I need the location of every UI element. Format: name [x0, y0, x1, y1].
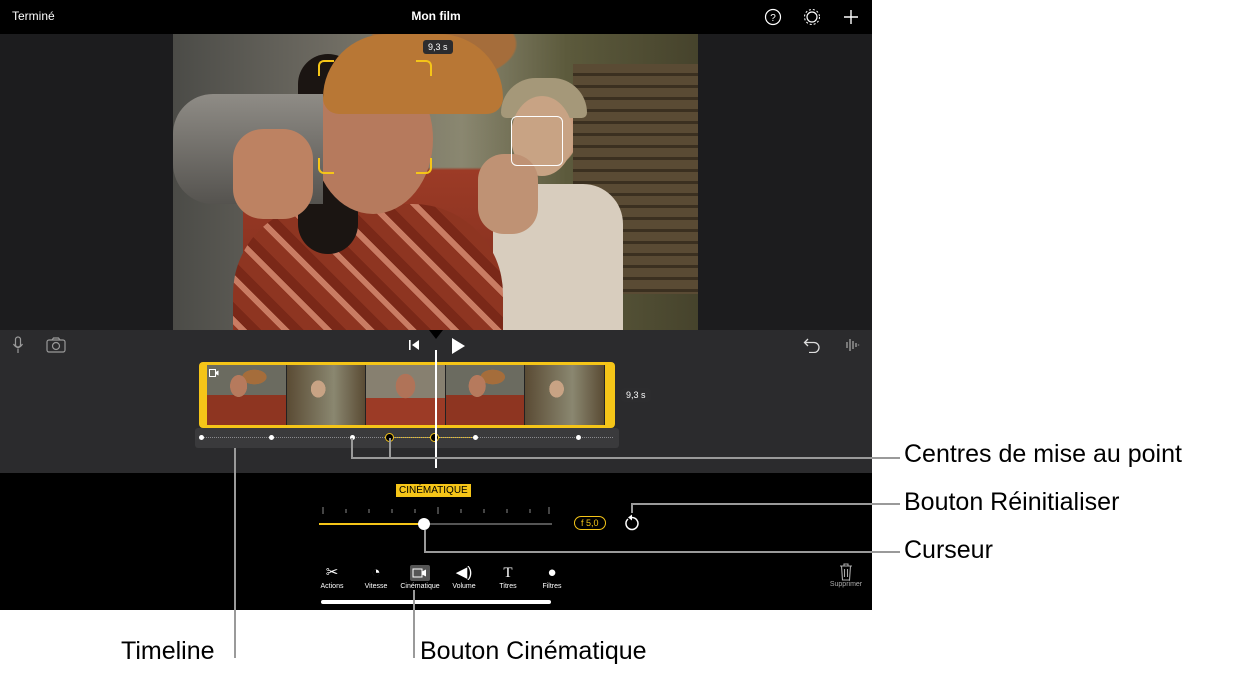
focus-point[interactable] [269, 435, 274, 440]
home-indicator [321, 600, 551, 604]
playhead-marker [429, 330, 443, 339]
cinematic-clip-icon [209, 369, 219, 377]
actions-button[interactable]: ✂ Actions [310, 563, 354, 597]
callout-reset-button: Bouton Réinitialiser [904, 488, 1120, 516]
viewer-duration-badge: 9,3 s [423, 40, 453, 54]
clip-duration-badge: 9,3 s [621, 388, 651, 402]
callout-focus-points: Centres de mise au point [904, 440, 1182, 468]
cinematic-camera-icon [398, 563, 442, 583]
help-icon[interactable]: ? [764, 8, 782, 26]
mode-label: CINÉMATIQUE [396, 484, 471, 497]
speaker-icon: ◀︎) [455, 564, 473, 581]
skip-to-start-icon[interactable] [408, 339, 420, 351]
titles-button[interactable]: T Titres [486, 563, 530, 597]
microphone-icon[interactable] [12, 336, 24, 354]
play-icon[interactable] [450, 337, 466, 355]
aperture-value[interactable]: f 5,0 [574, 516, 606, 530]
video-viewer[interactable]: 9,3 s [0, 34, 872, 330]
depth-scale-ticks [322, 507, 550, 514]
depth-slider-knob[interactable] [417, 518, 430, 530]
callout-cinematic-button: Bouton Cinématique [420, 637, 647, 665]
focus-point[interactable] [473, 435, 478, 440]
callout-timeline: Timeline [121, 637, 215, 665]
volume-button[interactable]: ◀︎) Volume [442, 563, 486, 597]
delete-button[interactable]: Supprimer [826, 563, 866, 588]
reset-icon[interactable] [624, 514, 640, 532]
camera-icon[interactable] [46, 337, 66, 353]
timeline-clip[interactable] [199, 362, 615, 428]
depth-slider-fill [319, 523, 424, 525]
video-frame: 9,3 s [173, 34, 698, 330]
project-title: Mon film [411, 9, 461, 23]
cinematic-button[interactable]: Cinématique [398, 563, 442, 597]
scissors-icon: ✂ [325, 564, 339, 581]
primary-focus-frame[interactable] [318, 60, 432, 174]
secondary-focus-frame[interactable] [511, 116, 563, 166]
speed-button[interactable]: ◔ Vitesse [354, 563, 398, 597]
callout-slider: Curseur [904, 536, 993, 564]
filters-icon: ● [547, 564, 557, 581]
top-bar: Terminé Mon film ? [0, 0, 872, 34]
focus-point[interactable] [199, 435, 204, 440]
focus-point[interactable] [576, 435, 581, 440]
audio-waveform-icon[interactable] [842, 337, 860, 353]
editing-toolbar: ✂ Actions ◔ Vitesse Cinématique ◀︎) Volu… [310, 563, 574, 597]
title-t-icon: T [503, 565, 513, 581]
svg-text:?: ? [770, 13, 776, 24]
imovie-window: Terminé Mon film ? 9,3 s 9,3 s CINÉMATIQ… [0, 0, 872, 610]
settings-gear-icon[interactable] [803, 8, 821, 26]
filters-button[interactable]: ● Filtres [530, 563, 574, 597]
add-plus-icon[interactable] [842, 8, 860, 26]
trash-icon [840, 563, 852, 581]
speedometer-icon: ◔ [371, 564, 381, 581]
undo-icon[interactable] [803, 337, 821, 353]
playhead[interactable] [435, 350, 437, 468]
